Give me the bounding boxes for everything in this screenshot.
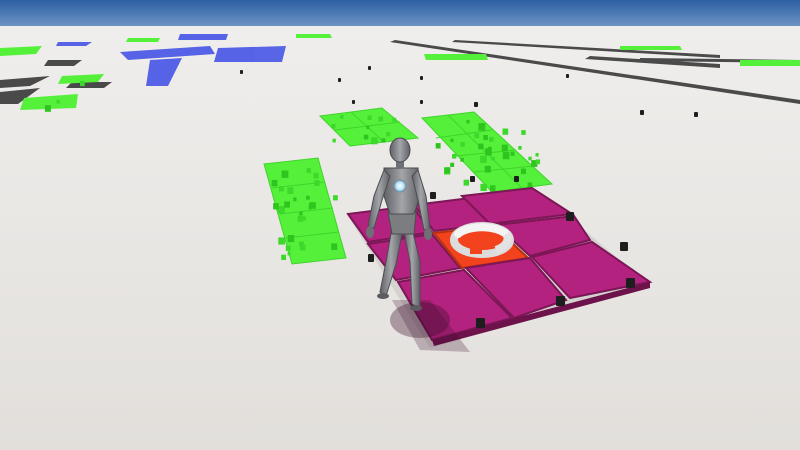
foliage-cube — [474, 133, 480, 139]
foliage-cube — [287, 235, 295, 243]
foliage-cube — [287, 252, 291, 256]
foliage-cube — [502, 128, 509, 135]
foliage-cube — [279, 186, 284, 192]
foliage-cube — [502, 151, 510, 160]
foliage-cube — [314, 180, 320, 186]
foliage-cube — [367, 115, 372, 120]
foliage-cube — [463, 179, 469, 186]
foliage-cube — [56, 99, 60, 104]
foliage-cube — [490, 185, 496, 192]
foliage-cube — [284, 201, 290, 208]
foliage-cube — [333, 195, 338, 201]
foliage-cube — [435, 143, 441, 149]
foliage-cube — [366, 125, 370, 129]
game-viewport[interactable] — [0, 0, 800, 450]
foliage-cube — [363, 134, 369, 140]
foliage-cube — [300, 244, 306, 251]
foliage-cube — [491, 156, 495, 161]
foliage-cube — [308, 205, 313, 210]
foliage-cube — [510, 151, 515, 156]
foliage-cube — [306, 168, 311, 173]
foliage-cube — [297, 215, 304, 222]
foliage-cube — [518, 146, 522, 150]
foliage-cube — [484, 165, 491, 173]
foliage-cube — [285, 245, 291, 251]
foliage-cube — [44, 105, 51, 112]
foliage-cube — [332, 138, 336, 143]
foliage-cube — [527, 182, 533, 188]
foliage-cube — [535, 159, 541, 165]
foliage-cube — [460, 157, 464, 162]
foliage-cube — [306, 195, 310, 200]
foliage-cube — [480, 155, 487, 163]
foliage-cube — [278, 206, 285, 214]
foliage-cube — [281, 254, 286, 260]
foliage-cube — [392, 117, 397, 122]
foliage-cube — [278, 237, 285, 245]
foliage-cube — [293, 197, 297, 202]
foliage-cube — [281, 170, 289, 178]
foliage-cube — [485, 148, 492, 156]
foliage-cube — [371, 137, 378, 145]
foliage-cube — [460, 142, 465, 147]
foliage-cube — [444, 167, 451, 174]
foliage-cube — [521, 130, 526, 135]
foliage-cube — [535, 153, 539, 157]
foliage-cube — [287, 187, 294, 194]
foliage-cube — [313, 172, 319, 179]
foliage-cube — [331, 124, 336, 129]
foliage-cube — [299, 211, 303, 216]
foliage-cube — [340, 115, 344, 119]
game-scene[interactable] — [0, 0, 800, 450]
foliage-cube — [331, 243, 338, 250]
foliage-cube — [520, 168, 526, 175]
chest-glow — [393, 179, 407, 193]
foliage-cube — [378, 116, 383, 122]
foliage-cube — [501, 144, 508, 152]
foliage-cube — [386, 131, 391, 137]
foliage-cube — [450, 162, 455, 167]
foliage-cube — [483, 135, 488, 141]
foliage-cube — [528, 156, 532, 161]
foliage-cube — [480, 183, 487, 191]
foliage-cube — [452, 153, 457, 159]
foliage-cube — [381, 138, 386, 143]
foliage-cube — [466, 119, 470, 124]
foliage-cube — [271, 179, 278, 187]
foliage-cube — [478, 143, 484, 150]
foliage-cube — [80, 80, 85, 87]
foliage-cube — [273, 203, 279, 210]
foliage-cube — [450, 138, 454, 143]
foliage-cube — [489, 137, 494, 142]
foliage-cube — [478, 123, 486, 131]
character-head — [389, 137, 411, 163]
